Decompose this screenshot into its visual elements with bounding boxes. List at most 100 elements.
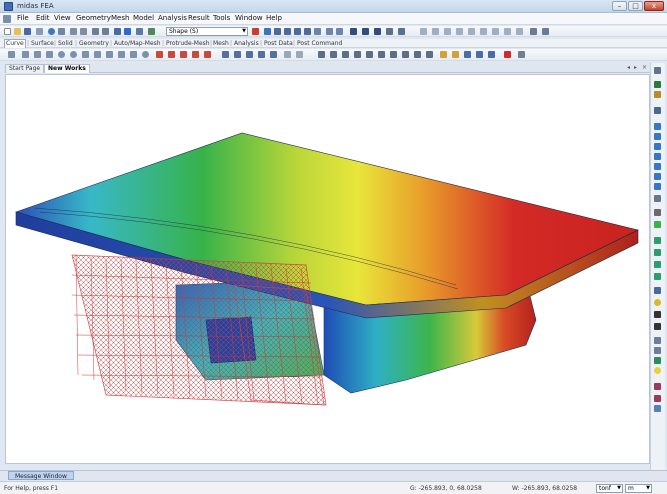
line-icon[interactable] [22,51,29,58]
snap-center-icon[interactable] [468,28,475,35]
rectangle-icon[interactable] [46,51,53,58]
table-icon[interactable] [374,28,381,35]
move-view-icon[interactable] [654,311,661,318]
pan-icon[interactable] [294,28,301,35]
maximize-button[interactable]: □ [628,1,643,11]
lock-icon[interactable] [542,28,549,35]
merge-icon[interactable] [204,51,211,58]
model-viewport[interactable] [5,74,650,464]
save-icon[interactable] [24,28,31,35]
curve-tool2-icon[interactable] [330,51,337,58]
arc-icon[interactable] [82,51,89,58]
snap-circle-icon[interactable] [480,28,487,35]
feature-icon[interactable] [654,273,661,280]
rotate-icon[interactable] [304,28,311,35]
chamfer-icon[interactable] [246,51,253,58]
shape-select[interactable]: Shape (S) ▼ [166,27,248,36]
length-unit-select[interactable]: m ▼ [625,484,652,493]
minimize-button[interactable]: – [612,1,627,11]
curve-tool3-icon[interactable] [342,51,349,58]
display-mode-icon[interactable] [654,357,661,364]
snap-end-icon[interactable] [516,28,523,35]
rotate-geom-icon[interactable] [452,51,459,58]
view-iso-icon[interactable] [314,28,321,35]
measure-icon[interactable] [654,383,661,390]
pointer-icon[interactable] [124,28,131,35]
point-icon[interactable] [8,51,15,58]
scale-icon[interactable] [488,51,495,58]
helix-icon[interactable] [130,51,137,58]
query-icon[interactable] [654,395,661,402]
intersect-icon[interactable] [156,51,163,58]
move-icon[interactable] [440,51,447,58]
check-icon[interactable] [518,51,525,58]
zoom-fit-icon[interactable] [264,28,271,35]
offset-icon[interactable] [222,51,229,58]
front-view-icon[interactable] [654,153,661,160]
curve-tool5-icon[interactable] [366,51,373,58]
import-icon[interactable] [92,28,99,35]
pan-hand-icon[interactable] [654,299,661,306]
settings-icon[interactable] [58,28,65,35]
bottom-view-icon[interactable] [654,143,661,150]
parameter-icon[interactable] [284,51,291,58]
view-top-icon[interactable] [326,28,333,35]
tab-solid[interactable]: Solid [58,40,73,47]
shade-icon[interactable] [386,28,393,35]
snap-point-icon[interactable] [432,28,439,35]
tools-icon[interactable] [530,28,537,35]
clip-icon[interactable] [654,347,661,354]
light-icon[interactable] [654,221,661,228]
curve-tool9-icon[interactable] [414,51,421,58]
snap-icon[interactable] [148,28,155,35]
tab-post-data[interactable]: Post Data [264,40,293,47]
export-icon[interactable] [102,28,109,35]
menu-geometry[interactable]: Geometry [76,14,111,22]
curve-tool4-icon[interactable] [354,51,361,58]
snap-grid-icon[interactable] [504,28,511,35]
redo-icon[interactable] [80,28,87,35]
curve-tool6-icon[interactable] [378,51,385,58]
new-icon[interactable] [4,28,11,35]
curve-tool10-icon[interactable] [426,51,433,58]
parameter2-icon[interactable] [296,51,303,58]
fillet-icon[interactable] [234,51,241,58]
force-unit-select[interactable]: tonf ▼ [596,484,623,493]
rotate-view-icon[interactable] [654,323,661,330]
delete-icon[interactable] [504,51,511,58]
help-icon[interactable] [48,28,55,35]
menu-edit[interactable]: Edit [36,14,50,22]
camera-icon[interactable] [654,209,661,216]
tab-scroll-right-icon[interactable]: ▸ [634,64,637,71]
polygon-icon[interactable] [94,51,101,58]
menu-window[interactable]: Window [235,14,263,22]
lightbulb-icon[interactable] [654,367,661,374]
ellipse-icon[interactable] [70,51,77,58]
tab-analysis[interactable]: Analysis [234,40,259,47]
translate-icon[interactable] [464,51,471,58]
tab-protrude-mesh[interactable]: Protrude-Mesh [166,40,210,47]
curve-tool8-icon[interactable] [402,51,409,58]
tab-start-page[interactable]: Start Page [5,64,45,73]
menu-tools[interactable]: Tools [213,14,230,22]
zoom-icon[interactable] [284,28,291,35]
snap-line-icon[interactable] [444,28,451,35]
menu-mesh[interactable]: Mesh [111,14,129,22]
left-view-icon[interactable] [654,173,661,180]
zoom-window-icon[interactable] [274,28,281,35]
tab-surface[interactable]: Surface [31,40,54,47]
spline-icon[interactable] [106,51,113,58]
right-view-icon[interactable] [654,183,661,190]
tab-post-command[interactable]: Post Command [297,40,342,47]
curve-tool-icon[interactable] [318,51,325,58]
grid-icon[interactable] [362,28,369,35]
print-icon[interactable] [36,28,43,35]
snap-mid-icon[interactable] [456,28,463,35]
top-view-icon[interactable] [654,133,661,140]
refresh-icon[interactable] [476,51,483,58]
section-icon[interactable] [654,337,661,344]
work-plane-icon[interactable] [420,28,427,35]
split-icon[interactable] [192,51,199,58]
render-icon[interactable] [350,28,357,35]
tab-mesh[interactable]: Mesh [213,40,229,47]
